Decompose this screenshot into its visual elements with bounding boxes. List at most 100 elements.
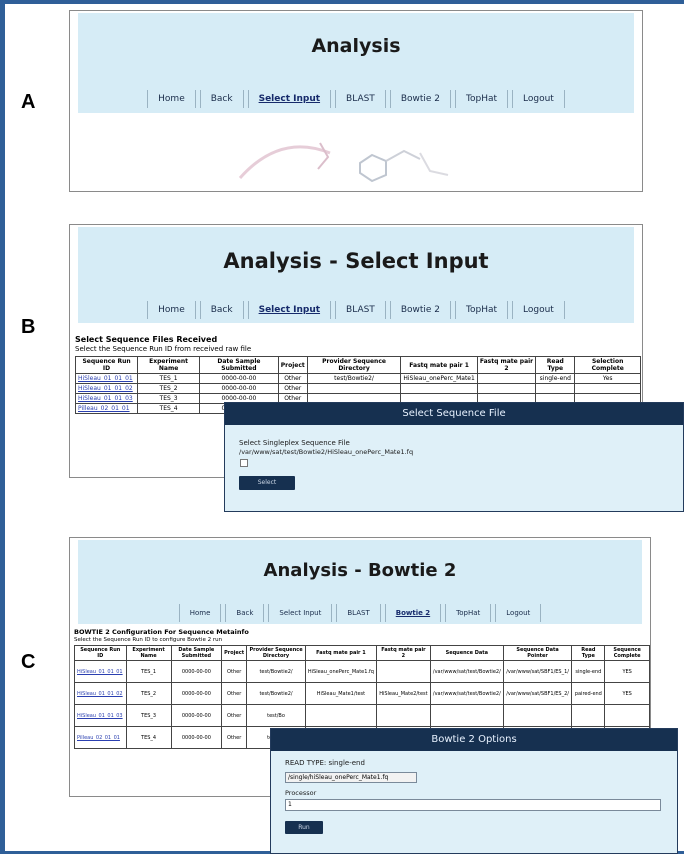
- nav-blast[interactable]: BLAST: [335, 301, 386, 319]
- table-cell: test/Bo: [246, 704, 306, 727]
- table-cell: [375, 704, 431, 727]
- column-header: Sequence Run ID: [74, 645, 127, 661]
- table-cell: 0000-00-00: [170, 660, 223, 683]
- table-cell: [502, 704, 573, 727]
- processor-label: Processor: [285, 789, 317, 797]
- section-title: BOWTIE 2 Configuration For Sequence Meta…: [74, 628, 249, 636]
- table-cell: HiSleau_Mate2/test: [375, 682, 431, 705]
- select-sequence-file-dialog: Select Sequence File Select Singleplex S…: [224, 402, 684, 512]
- table-row: HiSleau_01_01_01 TES_1 0000-00-00 Other test…: [74, 660, 650, 683]
- section-subtitle: Select the Sequence Run ID from received…: [75, 345, 252, 353]
- run-button[interactable]: Run: [285, 821, 323, 834]
- nav-home[interactable]: Home: [147, 90, 196, 108]
- panel-label-a: A: [21, 91, 36, 113]
- nav-home[interactable]: Home: [147, 301, 196, 319]
- nav-back[interactable]: Back: [199, 301, 244, 319]
- nav-tophat[interactable]: TopHat: [455, 301, 509, 319]
- figure-border-left: [0, 0, 5, 854]
- table-cell: test/Bowtie2/: [246, 660, 306, 683]
- table-cell: [429, 704, 504, 727]
- table-row: HiSleau_01_01_02 TES_2 0000-00-00 Other: [74, 383, 641, 394]
- table-cell: [535, 383, 576, 394]
- table-cell: [304, 704, 377, 727]
- nav-home[interactable]: Home: [178, 604, 222, 622]
- column-header: Project: [277, 356, 308, 374]
- table-row: HiSleau_01_01_01 TES_1 0000-00-00 Other test…: [74, 373, 641, 384]
- column-header: Experiment Name: [137, 356, 201, 374]
- nav-bowtie2[interactable]: Bowtie 2: [389, 301, 452, 319]
- table-cell: [400, 383, 478, 394]
- page-title: Analysis - Select Input: [223, 249, 489, 273]
- sequence-run-link[interactable]: HiSleau_01_01_02: [74, 383, 139, 394]
- table-cell: TES_1: [125, 660, 172, 683]
- file-path-text: /var/www/sat/test/Bowtie2/HiSleau_onePer…: [239, 448, 414, 456]
- sequence-run-link[interactable]: HiSleau_01_01_03: [74, 393, 139, 404]
- column-header: Read Type: [571, 645, 606, 661]
- nav-bar: Home Back Select Input BLAST Bowtie 2 To…: [70, 604, 650, 622]
- table-cell: single-end: [571, 660, 606, 683]
- nav-blast[interactable]: BLAST: [335, 90, 386, 108]
- table-cell: 0000-00-00: [170, 682, 223, 705]
- figure-border-top: [0, 0, 684, 4]
- table-cell: 0000-00-00: [170, 704, 223, 727]
- column-header: Sequence Run ID: [74, 356, 139, 374]
- table-cell: TES_4: [137, 403, 201, 414]
- column-header: Experiment Name: [125, 645, 172, 661]
- select-button[interactable]: Select: [239, 476, 295, 490]
- column-header: Read Type: [535, 356, 576, 374]
- dialog-title: Bowtie 2 Options: [271, 729, 677, 751]
- table-cell: 0000-00-00: [170, 726, 223, 749]
- table-cell: HiSleau_onePerc_Mate1: [400, 373, 478, 384]
- molecule-watermark-icon: [238, 142, 449, 183]
- nav-select-input[interactable]: Select Input: [247, 90, 332, 108]
- column-header: Sequence Data: [429, 645, 504, 661]
- file-checkbox[interactable]: [240, 459, 248, 467]
- table-cell: [306, 383, 402, 394]
- nav-bowtie2[interactable]: Bowtie 2: [389, 90, 452, 108]
- nav-logout[interactable]: Logout: [512, 90, 565, 108]
- sequence-run-link[interactable]: Pilleau_02_01_01: [74, 403, 139, 414]
- nav-bowtie2[interactable]: Bowtie 2: [384, 604, 442, 622]
- nav-logout[interactable]: Logout: [512, 301, 565, 319]
- table-cell: /var/www/sat/SBF1/ES_1/: [502, 660, 573, 683]
- dialog-title: Select Sequence File: [225, 403, 683, 425]
- nav-select-input[interactable]: Select Input: [268, 604, 333, 622]
- table-cell: Other: [277, 383, 308, 394]
- column-header: Provider Sequence Directory: [246, 645, 306, 661]
- panel-label-c: C: [21, 651, 36, 673]
- nav-blast[interactable]: BLAST: [336, 604, 381, 622]
- table-cell: YES: [604, 660, 650, 683]
- section-title: Select Sequence Files Received: [75, 335, 218, 344]
- nav-back[interactable]: Back: [225, 604, 265, 622]
- nav-bar: Home Back Select Input BLAST Bowtie 2 To…: [70, 90, 642, 108]
- table-cell: Other: [221, 682, 248, 705]
- panel-label-b: B: [21, 316, 36, 338]
- table-cell: [375, 660, 431, 683]
- sequence-run-link[interactable]: Pilleau_02_01_01: [74, 726, 127, 749]
- nav-tophat[interactable]: TopHat: [445, 604, 492, 622]
- table-cell: Other: [221, 704, 248, 727]
- table-cell: TES_2: [137, 383, 201, 394]
- table-cell: TES_2: [125, 682, 172, 705]
- table-cell: Other: [221, 726, 248, 749]
- nav-select-input[interactable]: Select Input: [247, 301, 332, 319]
- sequence-run-link[interactable]: HiSleau_01_01_01: [74, 373, 139, 384]
- table-row: HiSleau_01_01_03 TES_3 0000-00-00 Other test…: [74, 704, 650, 727]
- table-cell: HiSleau_Mate1/test: [304, 682, 377, 705]
- sequence-run-link[interactable]: HiSleau_01_01_01: [74, 660, 127, 683]
- sequence-run-link[interactable]: HiSleau_01_01_03: [74, 704, 127, 727]
- processor-input[interactable]: 1: [285, 799, 661, 811]
- column-header: Date Sample Submitted: [199, 356, 279, 374]
- sequence-run-link[interactable]: HiSleau_01_01_02: [74, 682, 127, 705]
- nav-logout[interactable]: Logout: [495, 604, 542, 622]
- column-header: Fastq mate pair 1: [304, 645, 377, 661]
- sequence-file-select[interactable]: /single/hiSleau_onePerc_Mate1.fq: [285, 772, 417, 783]
- column-header: Fastq mate pair 1: [400, 356, 478, 374]
- column-header: Provider Sequence Directory: [306, 356, 402, 374]
- nav-tophat[interactable]: TopHat: [455, 90, 509, 108]
- table-cell: /var/www/sat/test/Bowtie2/: [429, 682, 504, 705]
- table-cell: HiSleau_onePerc_Mate1.fq: [304, 660, 377, 683]
- nav-back[interactable]: Back: [199, 90, 244, 108]
- table-cell: [571, 704, 606, 727]
- table-cell: /var/www/sat/SBF1/ES_2/: [502, 682, 573, 705]
